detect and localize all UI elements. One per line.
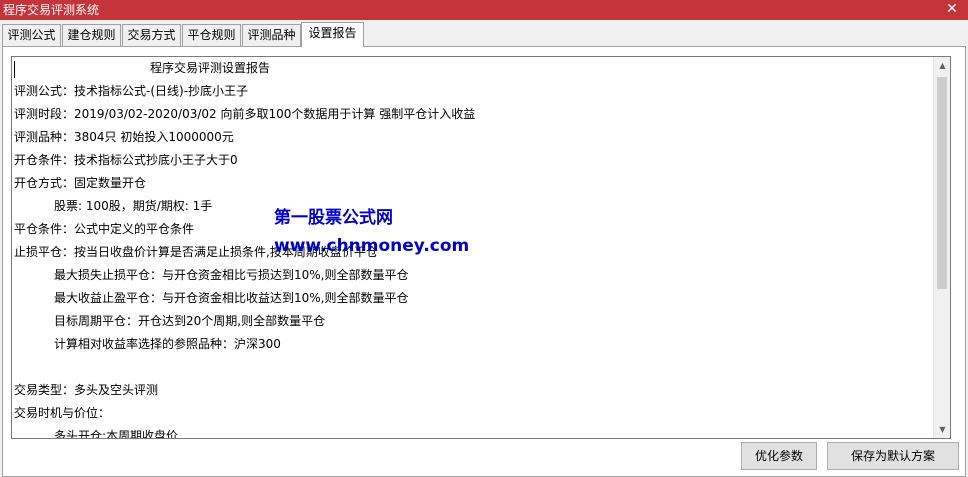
report-line-benchmark: 计算相对收益率选择的参照品种：沪深300 [54, 337, 281, 351]
main-window: 程序交易评测系统 ✕ 评测公式 建仓规则 交易方式 平仓规则 评测品种 设置报告… [0, 0, 968, 477]
report-line-formula: 评测公式：技术指标公式-(日线)-抄底小王子 [14, 84, 249, 98]
report-title: 程序交易评测设置报告 [150, 61, 271, 75]
report-line-long-open: 多头开仓:本周期收盘价 [54, 429, 179, 439]
report-line-stop-loss: 止损平仓：按当日收盘价计算是否满足止损条件,按本周期收盘价平仓 [14, 245, 378, 259]
close-icon[interactable]: ✕ [940, 0, 964, 20]
save-default-button[interactable]: 保存为默认方案 [827, 442, 959, 470]
report-line-target-period: 目标周期平仓：开仓达到20个周期,则全部数量平仓 [54, 314, 326, 328]
report-panel: 程序交易评测设置报告 评测公式：技术指标公式-(日线)-抄底小王子 评测时段：2… [2, 46, 966, 477]
report-line-timing: 交易时机与价位： [14, 406, 111, 420]
title-bar: 程序交易评测系统 ✕ [0, 0, 968, 20]
report-line-period: 评测时段：2019/03/02-2020/03/02 向前多取100个数据用于计… [14, 107, 476, 121]
tab-formula[interactable]: 评测公式 [2, 24, 61, 46]
tab-close-rules[interactable]: 平仓规则 [182, 24, 241, 46]
scroll-down-icon[interactable]: ▼ [934, 421, 950, 438]
report-line-instruments: 评测品种：3804只 初始投入1000000元 [14, 130, 234, 144]
optimize-params-button[interactable]: 优化参数 [741, 442, 817, 470]
scroll-up-icon[interactable]: ▲ [934, 57, 950, 74]
report-line-open-condition: 开仓条件：技术指标公式抄底小王子大于0 [14, 153, 238, 167]
report-content: 程序交易评测设置报告 评测公式：技术指标公式-(日线)-抄底小王子 评测时段：2… [14, 57, 928, 439]
report-line-open-mode: 开仓方式：固定数量开仓 [14, 176, 147, 190]
report-line-max-loss: 最大损失止损平仓：与开仓资金相比亏损达到10%,则全部数量平仓 [54, 268, 409, 282]
tab-settings-report[interactable]: 设置报告 [301, 22, 364, 47]
report-line-trade-type: 交易类型：多头及空头评测 [14, 383, 159, 397]
report-line-quantity: 股票: 100股，期货/期权: 1手 [54, 199, 213, 213]
scrollbar-thumb[interactable] [937, 77, 947, 289]
watermark-site-name: 第一股票公式网 [274, 208, 393, 228]
report-textbox[interactable]: 程序交易评测设置报告 评测公式：技术指标公式-(日线)-抄底小王子 评测时段：2… [11, 56, 951, 439]
report-line-max-profit: 最大收益止盈平仓：与开仓资金相比收益达到10%,则全部数量平仓 [54, 291, 409, 305]
tab-instruments[interactable]: 评测品种 [242, 24, 301, 46]
tab-open-rules[interactable]: 建仓规则 [62, 24, 121, 46]
window-title: 程序交易评测系统 [3, 3, 100, 17]
report-line-blank [14, 356, 928, 379]
tab-trade-mode[interactable]: 交易方式 [122, 24, 181, 46]
report-line-close-condition: 平仓条件：公式中定义的平仓条件 [14, 222, 195, 236]
vertical-scrollbar[interactable]: ▲ ▼ [933, 57, 950, 438]
watermark-site-url: www.chnmoney.com [274, 236, 470, 256]
